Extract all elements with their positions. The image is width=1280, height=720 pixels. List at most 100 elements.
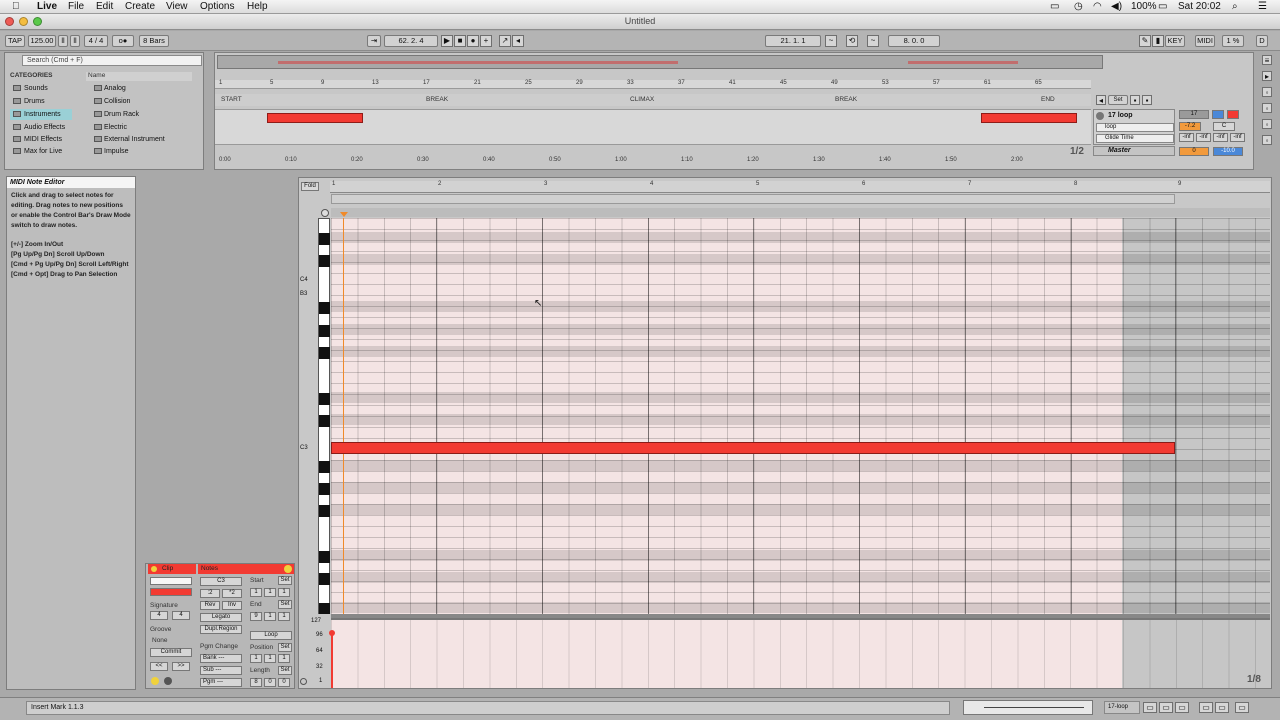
black-key[interactable] [319, 461, 330, 473]
preview-icon[interactable] [321, 209, 329, 217]
loop-length-field[interactable]: 8. 0. 0 [888, 35, 940, 47]
master-track-name[interactable]: Master [1093, 146, 1175, 156]
mixer-icon[interactable]: ◦ [1262, 135, 1272, 145]
metronome-button[interactable]: o● [112, 35, 134, 47]
category-max-for-live[interactable]: Max for Live [10, 146, 72, 157]
end-tick[interactable]: 1 [278, 612, 290, 621]
view-icon[interactable]: ▭ [1199, 702, 1213, 713]
beat-ruler[interactable]: 1 2 3 4 5 6 7 8 9 [330, 181, 1270, 193]
time-signature[interactable]: 4 / 4 [84, 35, 108, 47]
list-icon[interactable]: ☰ [1258, 1, 1267, 12]
position-set-button[interactable]: Set [278, 643, 292, 652]
length-tick[interactable]: 0 [278, 678, 290, 687]
draw-mode-icon[interactable]: ✎ [1139, 35, 1151, 47]
view-icon[interactable]: ▭ [1215, 702, 1229, 713]
volume-field[interactable]: -7.2 [1179, 122, 1201, 131]
search-icon[interactable]: ⌕ [1232, 1, 1238, 12]
input-select[interactable]: loop [1096, 123, 1174, 132]
apple-icon[interactable]:  [12, 1, 20, 12]
loop-button[interactable]: Loop [250, 631, 292, 640]
pan-field[interactable]: C [1213, 122, 1235, 131]
scrub-area[interactable] [331, 208, 1270, 217]
black-key[interactable] [319, 302, 330, 314]
clip-activator-icon[interactable] [151, 566, 157, 572]
reverse-button[interactable]: Rev [200, 601, 220, 610]
zoom-icon[interactable] [33, 17, 42, 26]
next-button[interactable]: >> [172, 662, 190, 671]
record-icon[interactable]: ● [467, 35, 479, 47]
sub-field[interactable]: Sub --- [200, 666, 242, 675]
browser-item[interactable]: Impulse [86, 146, 190, 157]
view-icon[interactable]: ▭ [1159, 702, 1173, 713]
back-icon[interactable]: ◂ [1096, 95, 1106, 105]
velocity-preview-icon[interactable] [300, 678, 307, 685]
start-tick[interactable]: 1 [278, 588, 290, 597]
view-icon[interactable]: ▭ [1235, 702, 1249, 713]
black-key[interactable] [319, 551, 330, 563]
set-button[interactable]: Set [1108, 95, 1128, 105]
sig-numerator[interactable]: 4 [150, 611, 168, 620]
black-key[interactable] [319, 347, 330, 359]
note-name-field[interactable]: C3 [200, 577, 242, 586]
length-bar[interactable]: 8 [250, 678, 262, 687]
re-enable-icon[interactable]: ◂ [512, 35, 524, 47]
start-bar[interactable]: 1 [250, 588, 262, 597]
glide-select[interactable]: Glide Time [1096, 134, 1174, 143]
sends-icon[interactable]: ◦ [1262, 103, 1272, 113]
legato-button[interactable]: Legato [200, 613, 242, 622]
menu-view[interactable]: View [166, 1, 188, 12]
halve-button[interactable]: :2 [200, 589, 220, 598]
duplicate-region-button[interactable]: Dupl.Region [200, 625, 242, 634]
key-map-icon[interactable]: ▮ [1152, 35, 1164, 47]
black-key[interactable] [319, 255, 330, 267]
black-key[interactable] [319, 325, 330, 337]
length-beat[interactable]: 0 [264, 678, 276, 687]
automation-arm-icon[interactable]: ↗ [499, 35, 511, 47]
arrow-icon[interactable]: ▸ [1262, 71, 1272, 81]
io-icon[interactable]: ◦ [1262, 87, 1272, 97]
envelope-icon[interactable] [164, 677, 172, 685]
clock[interactable]: Sat 20:02 [1178, 1, 1221, 12]
pgm-field[interactable]: Pgm --- [200, 678, 242, 687]
category-midi-effects[interactable]: MIDI Effects [10, 134, 72, 145]
locator-lane[interactable]: START BREAK CLIMAX BREAK END [215, 94, 1091, 106]
prev-button[interactable]: << [150, 662, 168, 671]
category-audio-effects[interactable]: Audio Effects [10, 122, 72, 133]
arrangement-clip[interactable] [267, 113, 363, 123]
clip-color-field[interactable] [150, 588, 192, 596]
piano-keyboard[interactable] [318, 218, 330, 614]
browser-search-input[interactable]: Search (Cmd + F) [22, 55, 202, 66]
black-key[interactable] [319, 393, 330, 405]
solo-icon[interactable] [1212, 110, 1224, 119]
commit-button[interactable]: Commit [150, 648, 192, 657]
menu-edit[interactable]: Edit [96, 1, 113, 12]
browser-item[interactable]: Drum Rack [86, 109, 190, 120]
black-key[interactable] [319, 505, 330, 517]
song-position[interactable]: 62. 2. 4 [384, 35, 438, 47]
track-lane[interactable] [215, 109, 1091, 145]
nudge-down-button[interactable]: ll [58, 35, 68, 47]
arm-icon[interactable] [1227, 110, 1239, 119]
menu-icon[interactable]: ≡ [1262, 55, 1272, 65]
quantize-menu[interactable]: 8 Bars [139, 35, 169, 47]
play-icon[interactable]: ▶ [441, 35, 453, 47]
wifi-icon[interactable]: ◠ [1093, 1, 1102, 12]
browser-item[interactable]: Analog [86, 83, 190, 94]
velocity-stem[interactable] [331, 632, 333, 688]
name-column-header[interactable]: Name [86, 72, 192, 81]
overview-strip[interactable] [217, 55, 1103, 69]
length-set-button[interactable]: Set [278, 666, 292, 675]
settings-icon[interactable]: ▪ [1130, 95, 1140, 105]
locator-break[interactable]: BREAK [426, 96, 448, 103]
view-icon[interactable]: ▭ [1143, 702, 1157, 713]
black-key[interactable] [319, 415, 330, 427]
loop-brace[interactable] [331, 194, 1175, 204]
send-field[interactable]: -inf [1179, 133, 1194, 142]
menu-live[interactable]: Live [37, 1, 57, 12]
browser-item[interactable]: Collision [86, 96, 190, 107]
master-volume[interactable]: 0 [1179, 147, 1209, 156]
overdub-icon[interactable]: + [480, 35, 492, 47]
track-name[interactable]: 17 loop [1108, 112, 1133, 119]
locator-end[interactable]: END [1041, 96, 1055, 103]
returns-icon[interactable]: ◦ [1262, 119, 1272, 129]
